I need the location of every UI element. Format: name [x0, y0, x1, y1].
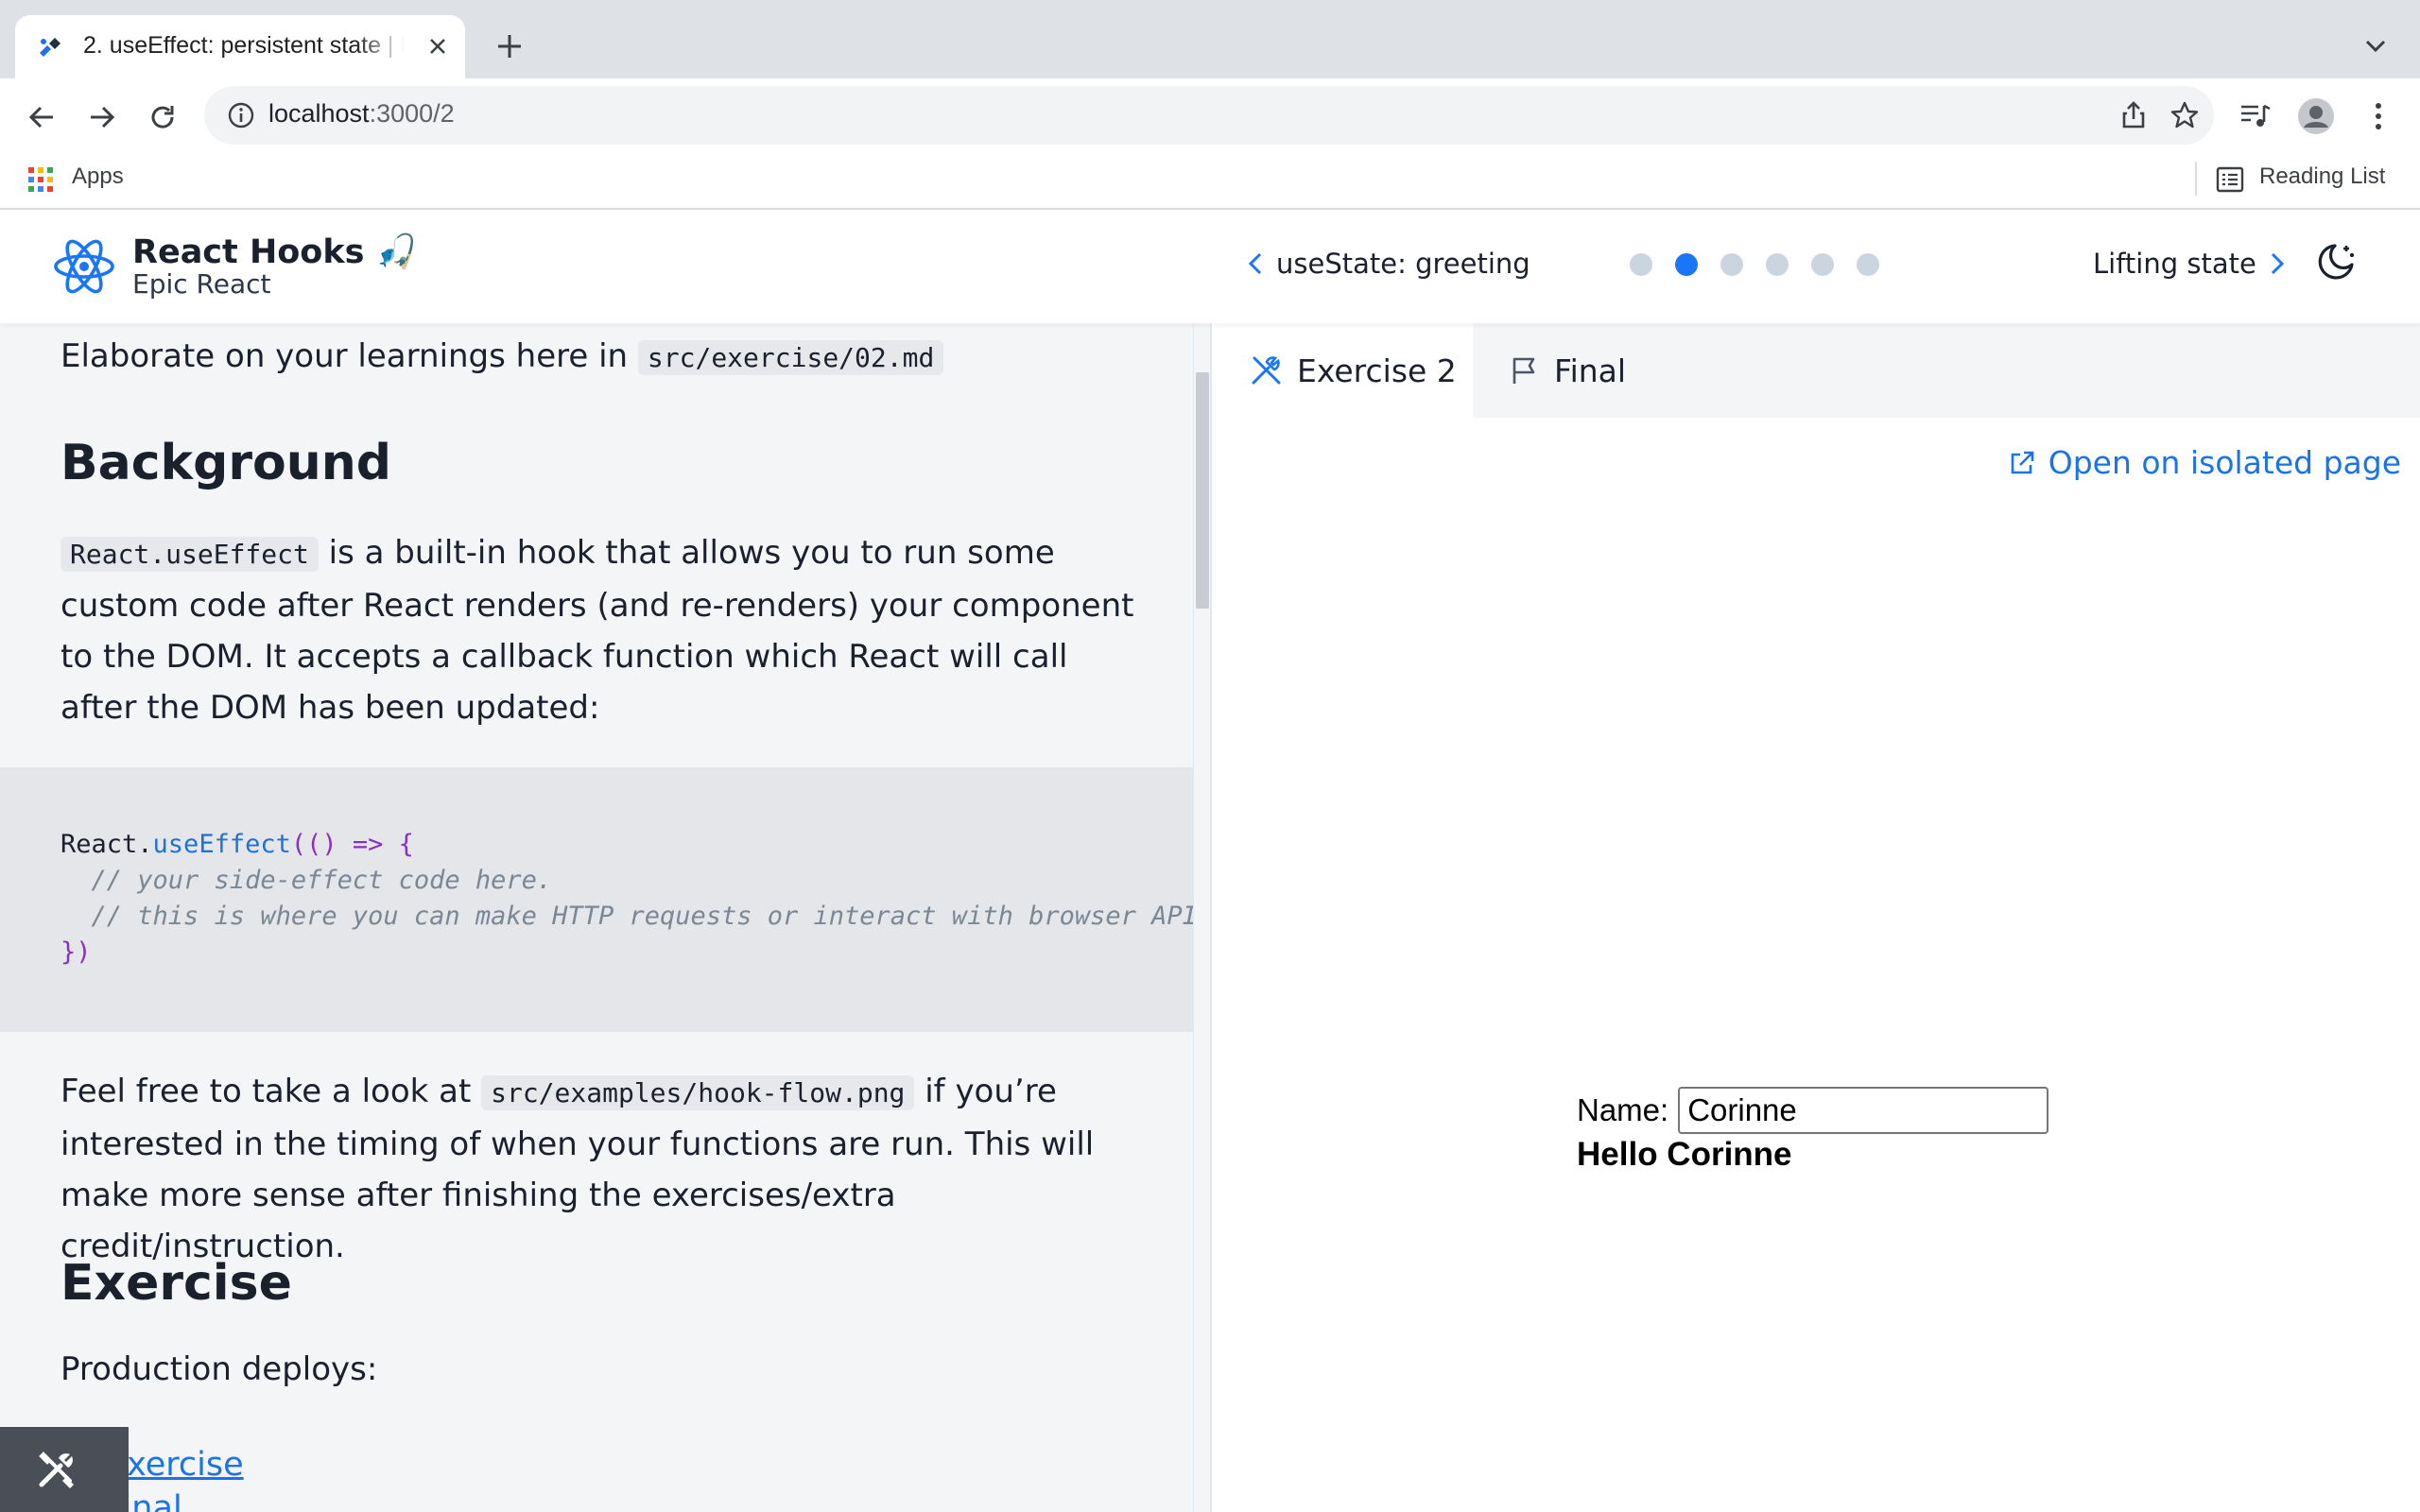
menu-icon[interactable] [2360, 97, 2397, 135]
browser-toolbar: localhost:3000/2 Apps Reading List [0, 78, 2420, 228]
inline-code: src/exercise/02.md [637, 340, 944, 375]
open-isolated-link[interactable]: Open on isolated page [2009, 444, 2401, 481]
next-exercise-label: Lifting state [2093, 248, 2256, 280]
reload-icon[interactable] [142, 96, 183, 138]
address-bar[interactable]: localhost:3000/2 [204, 86, 2214, 145]
tools-icon [39, 1452, 74, 1488]
tab-exercise-label: Exercise 2 [1297, 352, 1457, 389]
code-comment: // this is where you can make HTTP reque… [60, 902, 1194, 931]
plus-icon[interactable] [493, 30, 526, 62]
tools-icon [1252, 356, 1281, 385]
moon-icon[interactable] [2314, 240, 2358, 284]
code-line: }) [60, 937, 92, 967]
step-dot[interactable] [1720, 253, 1743, 276]
exercise-demo: Name: Hello Corinne [1577, 1087, 2049, 1174]
background-heading: Background [60, 435, 391, 491]
tab-final-label: Final [1554, 352, 1627, 389]
media-icon[interactable] [2237, 97, 2274, 135]
deploys-label: Production deploys: [60, 1350, 378, 1388]
chevron-left-icon [1248, 252, 1262, 275]
preview-tabbar: Exercise 2 Final [1212, 323, 2420, 418]
share-icon[interactable] [2118, 99, 2150, 131]
step-dot-current[interactable] [1675, 253, 1698, 276]
scrollbar-thumb[interactable] [1196, 372, 1209, 609]
chevron-down-icon[interactable] [2360, 32, 2392, 60]
app: React Hooks 🎣 Epic React useState: greet… [0, 210, 2420, 1512]
star-icon[interactable] [2169, 99, 2201, 131]
info-icon[interactable] [227, 101, 255, 129]
code-block: React.useEffect(() => { // your side-eff… [0, 767, 1193, 1032]
flag-icon [1512, 357, 1535, 384]
docs-scrollbar[interactable] [1193, 323, 1210, 1512]
profile-icon[interactable] [2297, 97, 2335, 135]
step-dot[interactable] [1857, 253, 1879, 276]
intro-paragraph: Elaborate on your learnings here in src/… [60, 331, 1148, 384]
step-dot[interactable] [1811, 253, 1834, 276]
greeting-text: Hello Corinne [1577, 1136, 1792, 1173]
tools-button[interactable] [0, 1427, 129, 1512]
bookmarks-bar: Apps Reading List [0, 152, 2420, 213]
open-isolated-label: Open on isolated page [2048, 444, 2401, 481]
exercise-heading: Exercise [60, 1255, 292, 1312]
hook-flow-paragraph: Feel free to take a look at src/examples… [60, 1073, 1095, 1265]
inline-code: src/examples/hook-flow.png [481, 1075, 915, 1110]
brand-subtitle: Epic React [132, 268, 271, 300]
tab-exercise[interactable]: Exercise 2 [1212, 323, 1473, 418]
tab-title: 2. useEffect: persistent state | Epic Re… [83, 32, 405, 59]
reading-list-button[interactable]: Reading List [2259, 163, 2385, 190]
step-dot[interactable] [1766, 253, 1789, 276]
brand-title[interactable]: React Hooks 🎣 [132, 232, 417, 271]
preview-pane: Exercise 2 Final Open on isolated page N… [1212, 323, 2420, 1512]
favicon-icon [40, 38, 60, 57]
code-comment: // your side-effect code here. [60, 866, 553, 895]
apps-icon[interactable] [26, 165, 55, 194]
app-header: React Hooks 🎣 Epic React useState: greet… [0, 210, 2420, 323]
prev-exercise-label: useState: greeting [1276, 248, 1530, 280]
step-dot[interactable] [1630, 253, 1652, 276]
apps-bookmark[interactable]: Apps [72, 163, 124, 190]
forward-icon[interactable] [81, 96, 123, 138]
background-paragraph: React.useEffect is a built-in hook that … [60, 534, 1134, 727]
chevron-right-icon [2271, 252, 2284, 275]
name-label: Name: [1577, 1092, 1669, 1127]
name-form: Name: [1577, 1087, 2049, 1134]
close-icon[interactable] [424, 32, 452, 60]
react-logo-icon[interactable] [53, 232, 115, 301]
tab-final[interactable]: Final [1511, 323, 1626, 418]
bookmarks-divider [2195, 162, 2197, 196]
inline-code: React.useEffect [60, 537, 319, 572]
external-link-icon [2011, 451, 2034, 473]
browser-tabstrip: 2. useEffect: persistent state | Epic Re… [0, 0, 2420, 78]
exercise-steps [1630, 253, 1879, 276]
reading-list-icon[interactable] [2216, 165, 2244, 194]
prev-exercise-link[interactable]: useState: greeting [1248, 248, 1530, 280]
url-text[interactable]: localhost:3000/2 [268, 99, 455, 129]
browser-tab[interactable]: 2. useEffect: persistent state | Epic Re… [15, 15, 465, 78]
back-icon[interactable] [21, 96, 62, 138]
code-line: React.useEffect(() => { [60, 830, 414, 859]
next-exercise-link[interactable]: Lifting state [2093, 248, 2285, 280]
name-input[interactable] [1678, 1087, 2049, 1134]
docs-pane: Elaborate on your learnings here in src/… [0, 323, 1193, 1512]
